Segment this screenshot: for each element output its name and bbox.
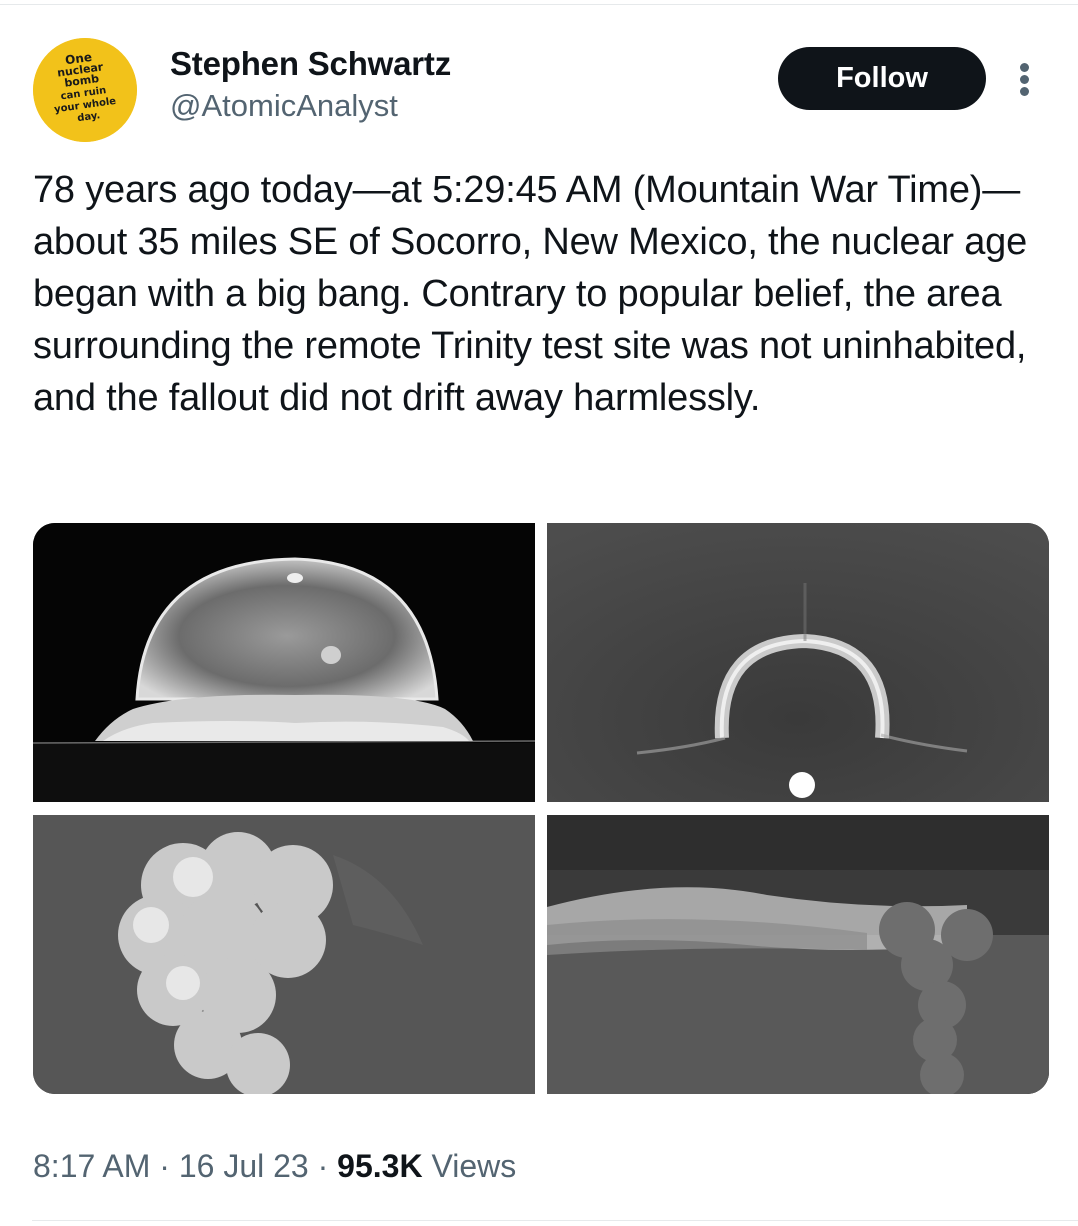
author-name[interactable]: Stephen Schwartz	[170, 45, 451, 83]
avatar[interactable]: One nuclear bomb can ruin your whole day…	[33, 38, 137, 142]
meta-separator: ·	[150, 1148, 179, 1184]
photo-fireball-dome[interactable]	[33, 523, 535, 802]
top-divider	[0, 4, 1078, 5]
media-grid	[33, 523, 1049, 1094]
photo-shockwave-ring[interactable]	[547, 523, 1049, 802]
meta-separator: ·	[308, 1148, 338, 1184]
views-label: Views	[422, 1148, 517, 1184]
tweet-date[interactable]: 16 Jul 23	[179, 1148, 309, 1184]
tweet-time[interactable]: 8:17 AM	[33, 1148, 150, 1184]
views-count[interactable]: 95.3K	[337, 1148, 422, 1184]
bottom-divider	[32, 1220, 1078, 1221]
avatar-image: One nuclear bomb can ruin your whole day…	[33, 38, 137, 142]
photo-cloud-column[interactable]	[547, 815, 1049, 1094]
tweet-text: 78 years ago today—at 5:29:45 AM (Mounta…	[33, 169, 1028, 419]
follow-button[interactable]: Follow	[778, 47, 986, 110]
more-vertical-icon[interactable]	[1008, 55, 1044, 103]
author-handle[interactable]: @AtomicAnalyst	[170, 88, 398, 124]
photo-mushroom-cloud[interactable]	[33, 815, 535, 1094]
tweet-meta: 8:17 AM · 16 Jul 23 · 95.3K Views	[33, 1148, 516, 1185]
